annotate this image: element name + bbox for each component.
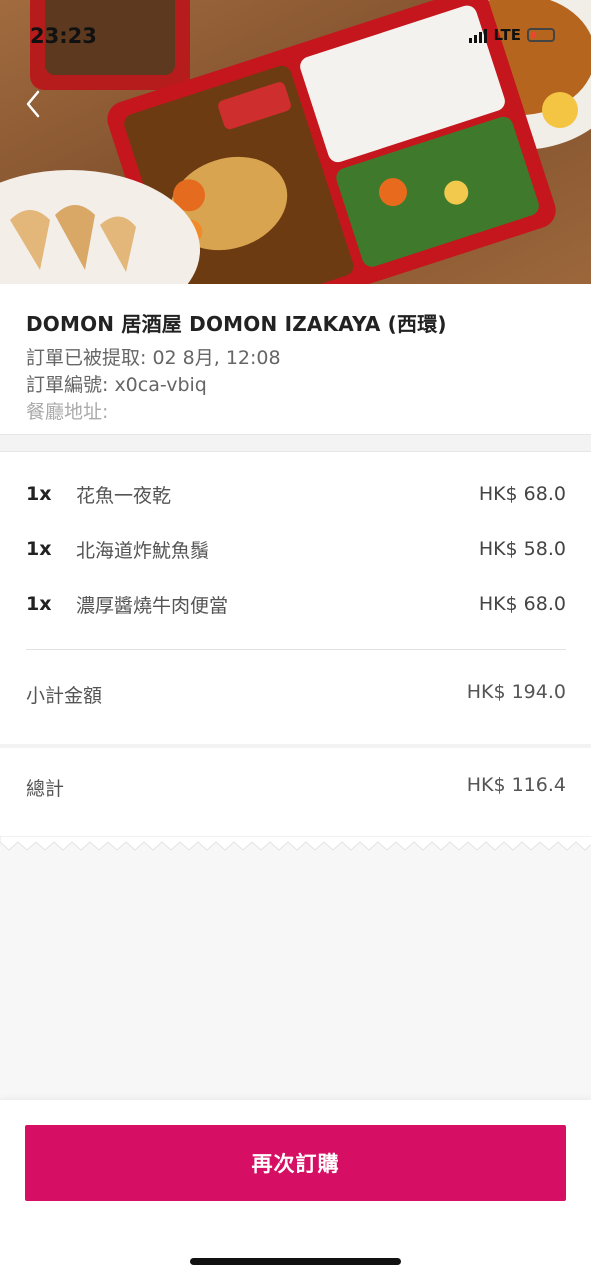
total-value: HK$ 116.4 [466, 774, 566, 796]
item-name: 北海道炸魷魚鬚 [76, 539, 210, 562]
restaurant-name: DOMON 居酒屋 DOMON IZAKAYA (西環) [26, 312, 447, 336]
total-label: 總計 [26, 778, 65, 800]
signal-icon [469, 27, 488, 43]
network-type: LTE [493, 26, 521, 44]
bottom-bar: 再次訂購 [0, 1100, 591, 1280]
item-quantity: 1x [26, 593, 52, 615]
subtotal-value: HK$ 194.0 [466, 681, 566, 703]
list-item: 1x 濃厚醬燒牛肉便當 HK$ 68.0 [26, 589, 566, 619]
item-price: HK$ 58.0 [478, 538, 566, 560]
total-row: 總計 HK$ 116.4 [26, 774, 566, 801]
pickup-time: 訂單已被提取: 02 8月, 12:08 [26, 347, 281, 369]
item-price: HK$ 68.0 [478, 593, 566, 615]
item-price: HK$ 68.0 [478, 483, 566, 505]
subtotal-row: 小計金額 HK$ 194.0 [26, 681, 566, 708]
item-quantity: 1x [26, 483, 52, 505]
chevron-left-icon [26, 90, 40, 118]
restaurant-address: 餐廳地址: [26, 401, 109, 423]
back-button[interactable] [18, 86, 48, 122]
battery-icon [527, 28, 555, 42]
reorder-button[interactable]: 再次訂購 [25, 1125, 566, 1201]
order-items-list: 1x 花魚一夜乾 HK$ 68.0 1x 北海道炸魷魚鬚 HK$ 58.0 1x… [0, 452, 591, 744]
order-number: 訂單編號: x0ca-vbiq [26, 374, 207, 396]
divider [26, 649, 566, 650]
receipt-edge [0, 836, 591, 851]
home-indicator [190, 1258, 401, 1265]
status-bar: 23:23 LTE [0, 0, 591, 70]
item-name: 濃厚醬燒牛肉便當 [76, 594, 229, 617]
item-name: 花魚一夜乾 [76, 484, 172, 507]
total-section: 總計 HK$ 116.4 [0, 748, 591, 842]
status-time: 23:23 [30, 24, 97, 48]
list-item: 1x 北海道炸魷魚鬚 HK$ 58.0 [26, 534, 566, 564]
section-divider [0, 434, 591, 452]
order-info-section: DOMON 居酒屋 DOMON IZAKAYA (西環) 訂單已被提取: 02 … [0, 284, 591, 434]
list-item: 1x 花魚一夜乾 HK$ 68.0 [26, 479, 566, 509]
item-quantity: 1x [26, 538, 52, 560]
subtotal-label: 小計金額 [26, 685, 103, 707]
